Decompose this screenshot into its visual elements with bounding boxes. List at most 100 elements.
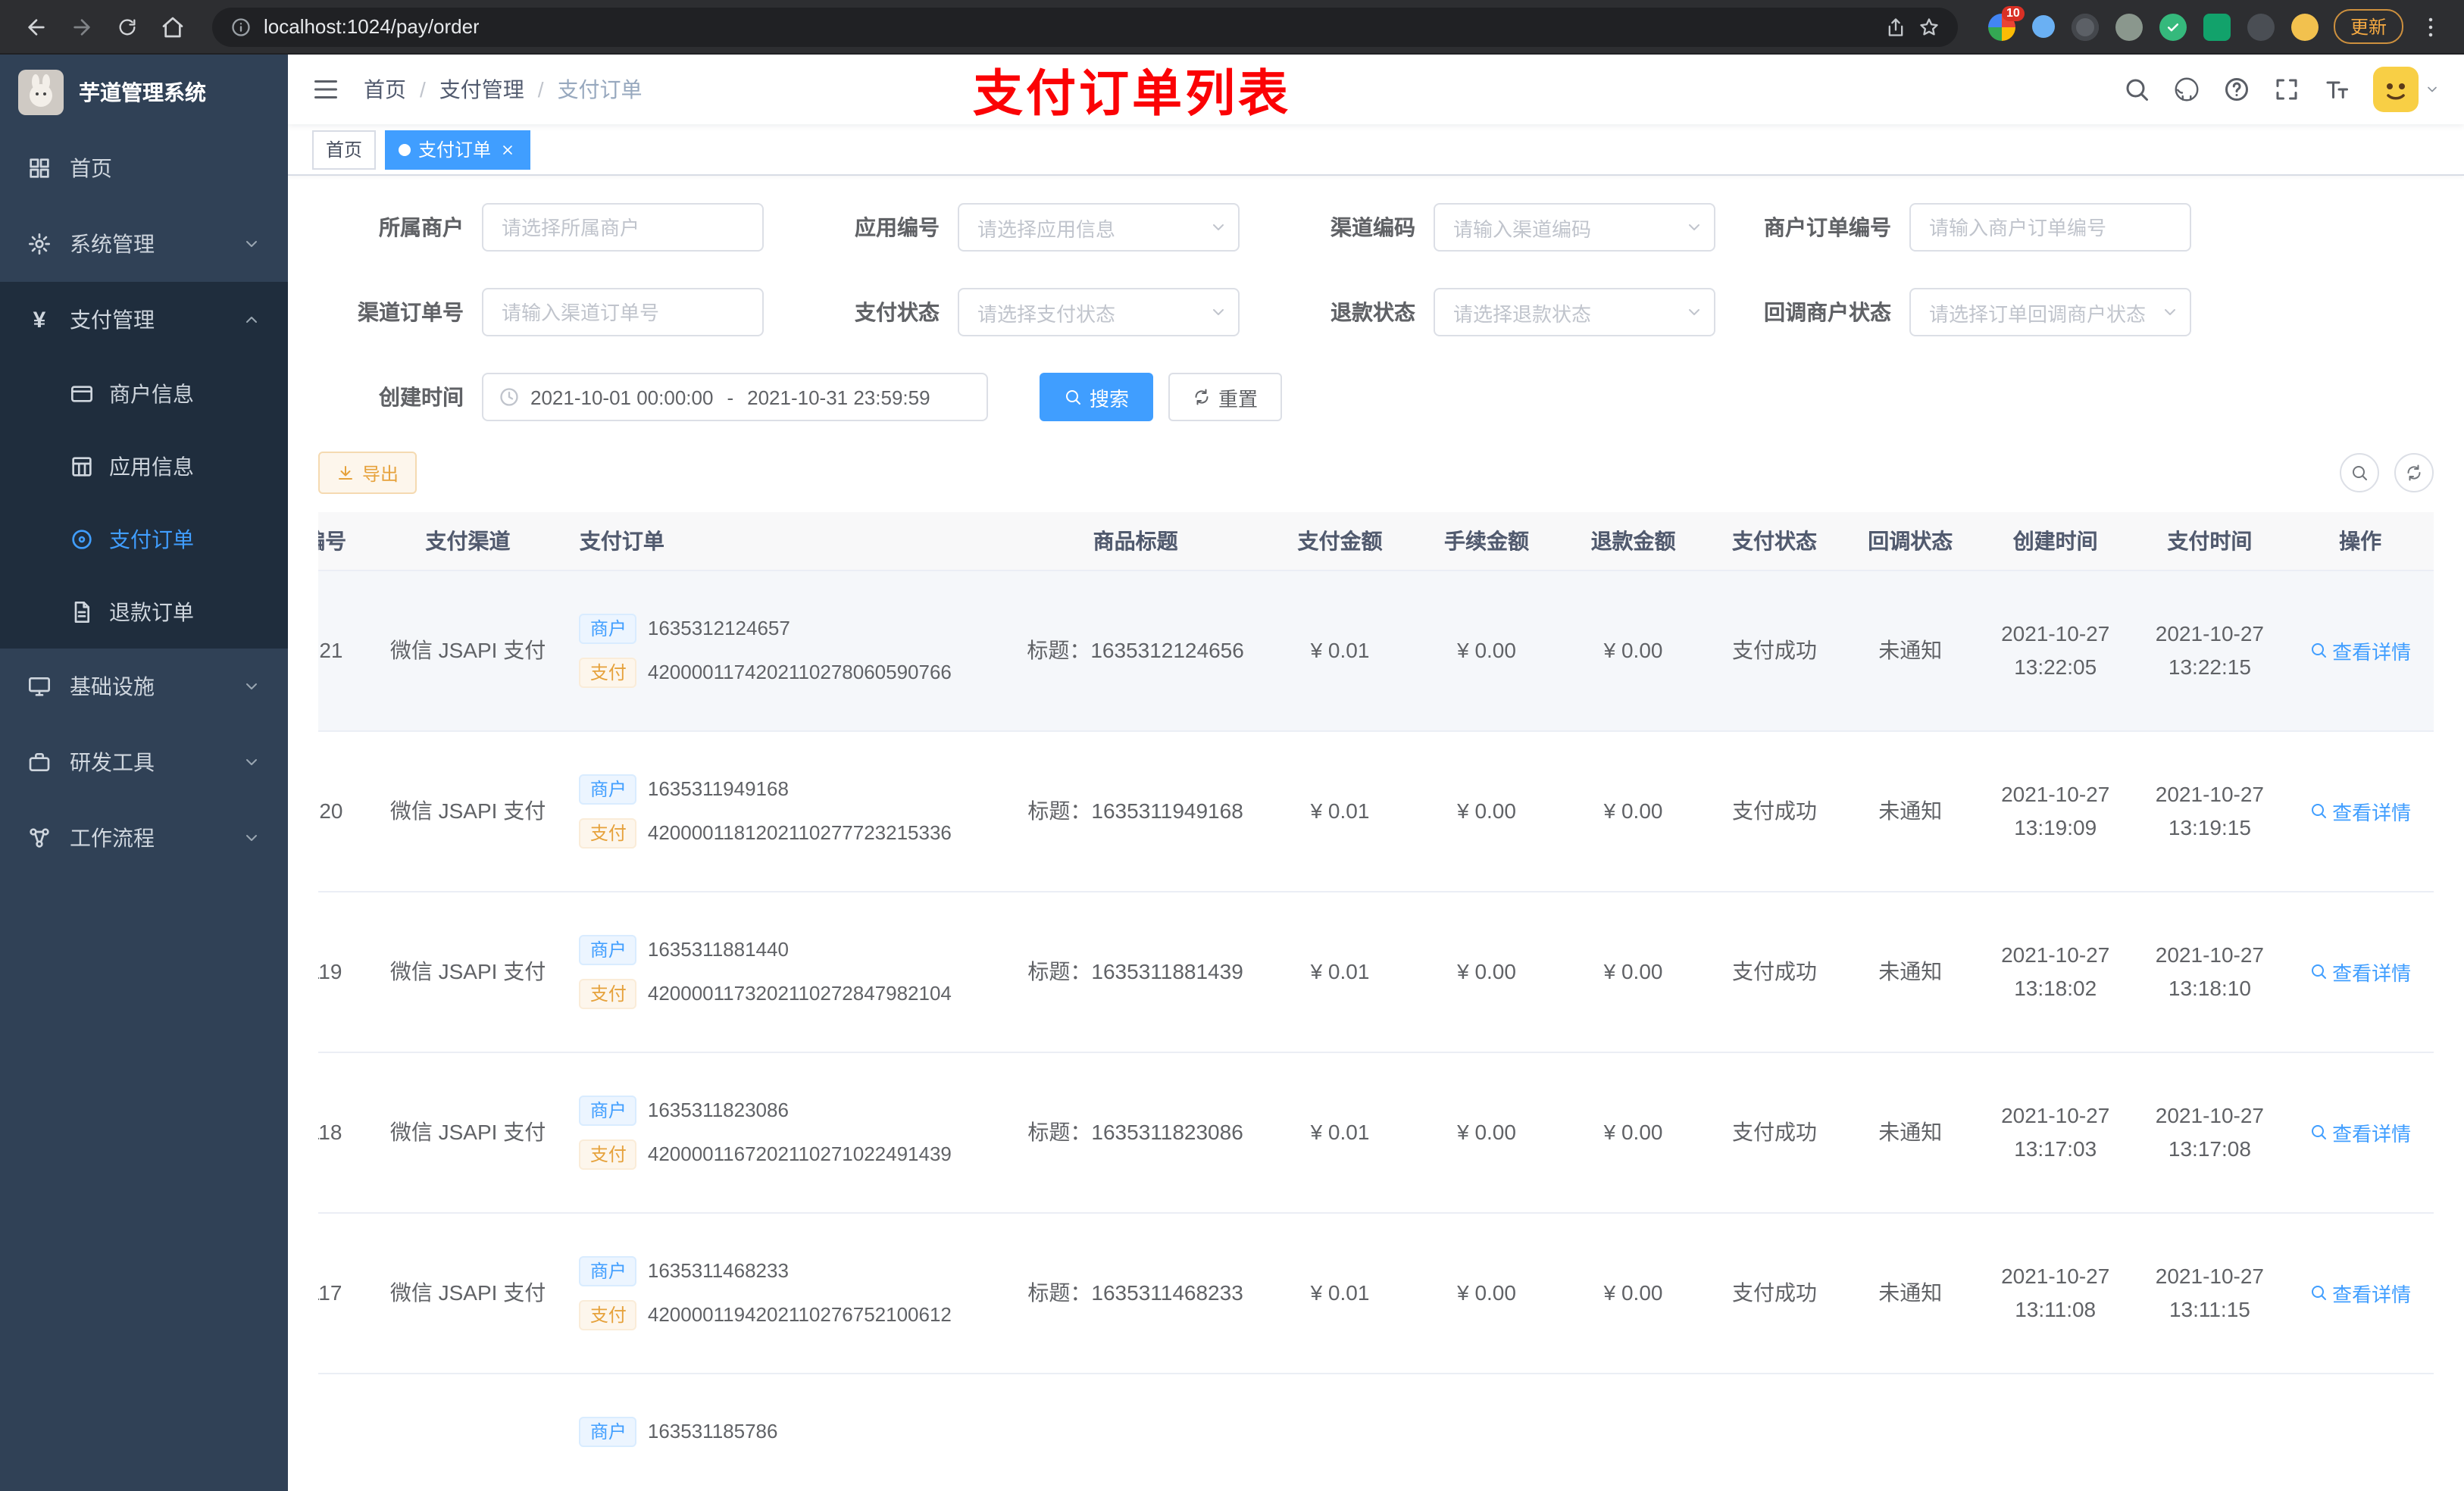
user-avatar[interactable] (2373, 67, 2440, 112)
vue-devtools-icon[interactable] (2159, 13, 2187, 40)
breadcrumb-home[interactable]: 首页 (364, 74, 406, 105)
extension-icon[interactable] (2115, 13, 2143, 40)
cell-channel: 微信 JSAPI 支付 (371, 570, 564, 731)
cell-action: 查看详情 (2287, 1052, 2434, 1213)
search-icon[interactable] (2123, 76, 2150, 103)
sidebar-item-merchant-info[interactable]: 商户信息 (0, 358, 288, 430)
col-status: 支付状态 (1706, 512, 1843, 570)
cell-created: 2021-10-27 13:22:05 (1978, 570, 2133, 731)
url-text[interactable]: localhost:1024/pay/order (264, 15, 480, 38)
sidebar-item-system[interactable]: 系统管理 (0, 206, 288, 282)
sidebar-item-pay-order[interactable]: 支付订单 (0, 503, 288, 576)
cell-pay-order: 商户 1635311823086 支付 4200001167202110271022… (564, 1052, 1005, 1213)
sidebar: 芋道管理系统 首页 系统管理 ¥ 支付管理 商户信息 应用信息 支付订单 退款订… (0, 55, 288, 1491)
breadcrumb: 首页 / 支付管理 / 支付订单 (364, 74, 643, 105)
export-button[interactable]: 导出 (318, 452, 417, 494)
search-icon (2309, 802, 2328, 820)
close-icon[interactable] (499, 140, 517, 158)
chevron-down-icon (242, 677, 261, 695)
merchant-tag: 商户 (579, 1416, 637, 1446)
cell-id: 117 (318, 1212, 372, 1374)
table-toolbar: 导出 (318, 452, 2434, 494)
extension-icon[interactable]: 10 (1987, 5, 2025, 40)
merchant-tag: 商户 (579, 1255, 637, 1286)
toolbox-icon (27, 750, 52, 774)
sidebar-toggle-icon[interactable] (312, 76, 339, 103)
cell-id: 119 (318, 891, 372, 1052)
view-detail-link[interactable]: 查看详情 (2309, 957, 2411, 986)
site-info-icon[interactable] (230, 16, 252, 37)
chevron-up-icon (242, 311, 261, 329)
dashboard-icon (27, 156, 52, 180)
pay-tag: 支付 (579, 817, 637, 848)
sidebar-item-home[interactable]: 首页 (0, 130, 288, 206)
share-icon[interactable] (1885, 16, 1906, 37)
cell-id: 118 (318, 1052, 372, 1213)
sidebar-item-pay[interactable]: ¥ 支付管理 (0, 282, 288, 358)
pay-status-select[interactable]: 请选择支付状态 (958, 288, 1240, 336)
breadcrumb-pay[interactable]: 支付管理 (439, 74, 524, 105)
browser-update-button[interactable]: 更新 (2333, 9, 2403, 44)
refund-status-select[interactable]: 请选择退款状态 (1434, 288, 1715, 336)
help-icon[interactable] (2223, 76, 2250, 103)
extensions-puzzle-icon[interactable] (2247, 13, 2275, 40)
address-bar[interactable]: localhost:1024/pay/order (212, 7, 1958, 46)
toggle-search-button[interactable] (2340, 453, 2379, 492)
cell-notify: 未通知 (1842, 1212, 1978, 1374)
navbar-actions (2123, 67, 2440, 112)
cell-pay-order: 商户 1635312124657 支付 4200001174202110278060… (564, 570, 1005, 731)
create-time-range-picker[interactable]: 2021-10-01 00:00:00 - 2021-10-31 23:59:5… (482, 373, 988, 421)
sidebar-item-devtools[interactable]: 研发工具 (0, 724, 288, 800)
view-detail-link[interactable]: 查看详情 (2309, 796, 2411, 825)
extension-icon[interactable] (2290, 13, 2319, 40)
extension-icon[interactable] (2071, 13, 2099, 40)
sidebar-item-refund-order[interactable]: 退款订单 (0, 576, 288, 649)
cell-id: 121 (318, 570, 372, 731)
browser-reload-button[interactable] (106, 5, 149, 48)
sidebar-item-app-info[interactable]: 应用信息 (0, 430, 288, 503)
cell-action: 查看详情 (2287, 730, 2434, 892)
clock-icon (499, 386, 520, 408)
view-detail-link[interactable]: 查看详情 (2309, 1117, 2411, 1146)
browser-forward-button[interactable] (61, 5, 103, 48)
sidebar-item-infra[interactable]: 基础设施 (0, 649, 288, 724)
reset-button[interactable]: 重置 (1168, 373, 1283, 421)
tag-pay-order[interactable]: 支付订单 (385, 130, 531, 169)
browser-menu-icon[interactable] (2412, 5, 2449, 48)
table-row: 121 微信 JSAPI 支付 商户1635312124657 支付420000… (318, 570, 2434, 731)
col-id: 编号 (318, 512, 372, 570)
fullscreen-icon[interactable] (2273, 76, 2300, 103)
cell-title: 标题：1635312124656 (1004, 570, 1267, 731)
refresh-table-button[interactable] (2394, 453, 2434, 492)
channel-code-select[interactable]: 请输入渠道编码 (1434, 203, 1715, 252)
extension-icon[interactable] (2031, 15, 2055, 38)
app-select[interactable]: 请选择应用信息 (958, 203, 1240, 252)
app-title: 芋道管理系统 (79, 80, 206, 105)
merchant-order-no-input[interactable] (1909, 203, 2191, 252)
target-icon (70, 527, 94, 552)
logo[interactable]: 芋道管理系统 (0, 55, 288, 130)
cell-channel: 微信 JSAPI 支付 (371, 1052, 564, 1213)
callback-status-select[interactable]: 请选择订单回调商户状态 (1909, 288, 2191, 336)
pay-tag: 支付 (579, 1139, 637, 1169)
browser-home-button[interactable] (152, 5, 194, 48)
document-icon (70, 600, 94, 624)
merchant-input[interactable] (482, 203, 764, 252)
sidebar-item-workflow[interactable]: 工作流程 (0, 800, 288, 876)
search-button[interactable]: 搜索 (1040, 373, 1154, 421)
cell-id: 120 (318, 730, 372, 892)
cell-paid: 2021-10-27 13:19:15 (2132, 730, 2287, 892)
browser-back-button[interactable] (15, 5, 58, 48)
page-title-annotation: 支付订单列表 (973, 65, 1291, 121)
bookmark-star-icon[interactable] (1918, 16, 1940, 37)
chevron-down-icon (242, 829, 261, 847)
tag-home[interactable]: 首页 (312, 130, 377, 169)
view-detail-link[interactable]: 查看详情 (2309, 1278, 2411, 1307)
channel-order-no-input[interactable] (482, 288, 764, 336)
font-size-icon[interactable] (2323, 76, 2350, 103)
view-detail-link[interactable]: 查看详情 (2309, 636, 2411, 664)
cell-status: 支付成功 (1706, 730, 1843, 892)
extension-icon[interactable] (2203, 13, 2231, 40)
github-icon[interactable] (2173, 76, 2200, 103)
cell-notify: 未通知 (1842, 1052, 1978, 1213)
